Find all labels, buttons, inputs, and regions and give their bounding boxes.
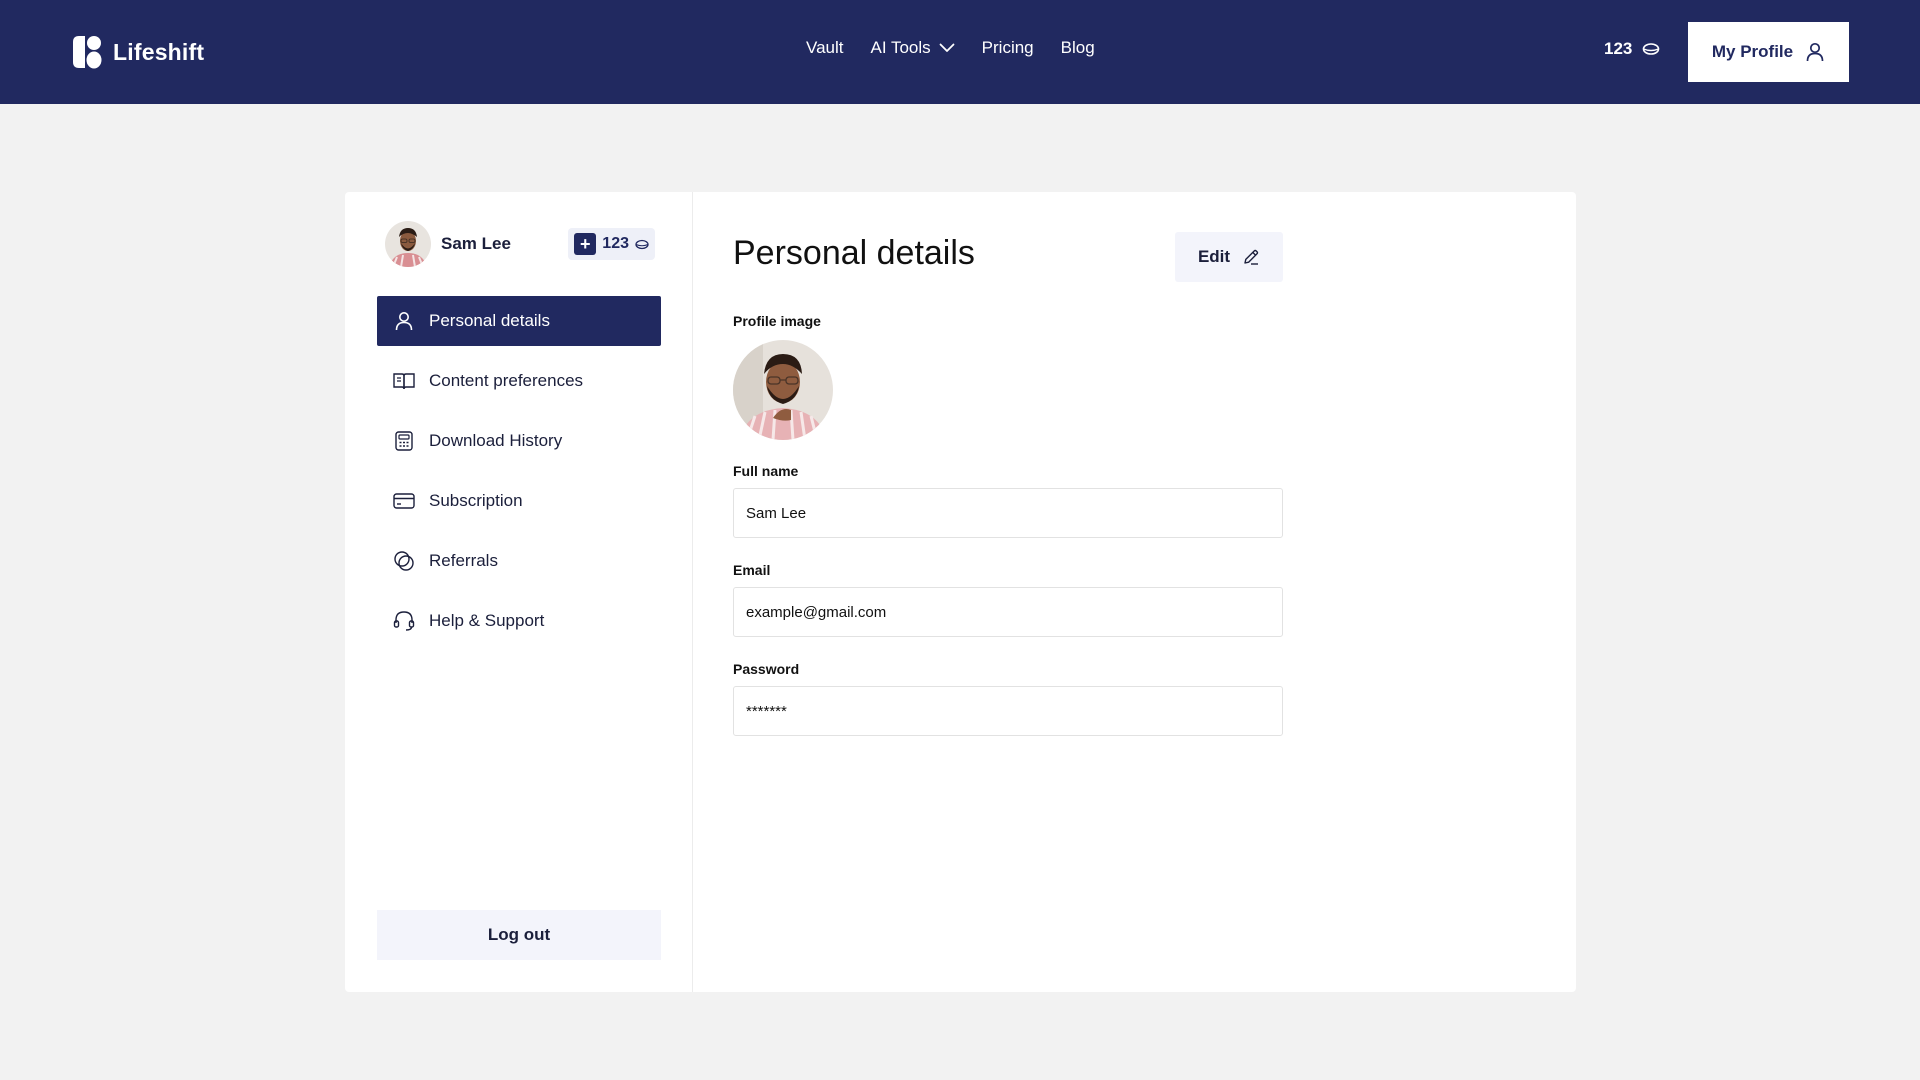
sidebar-item-label: Download History bbox=[429, 431, 563, 450]
coin-icon bbox=[635, 239, 649, 249]
coin-icon bbox=[1643, 43, 1660, 55]
full-name-field[interactable] bbox=[733, 488, 1283, 538]
sidebar-item-label: Personal details bbox=[429, 311, 550, 330]
account-sidebar: Sam Lee + 123 Personal details Content p… bbox=[345, 192, 693, 992]
sidebar-item-label: Subscription bbox=[429, 491, 523, 510]
page-title: Personal details bbox=[733, 234, 975, 272]
credits-chip-value: 123 bbox=[602, 235, 629, 252]
password-field[interactable] bbox=[733, 686, 1283, 736]
sidebar-menu: Personal details Content preferences Dow… bbox=[377, 296, 661, 656]
sidebar-item-content-preferences[interactable]: Content preferences bbox=[377, 356, 661, 406]
edit-button[interactable]: Edit bbox=[1175, 232, 1283, 282]
main-nav: Vault AI Tools Pricing Blog bbox=[806, 38, 1095, 58]
nav-vault[interactable]: Vault bbox=[806, 38, 844, 58]
my-profile-label: My Profile bbox=[1711, 42, 1794, 61]
headset-icon bbox=[393, 610, 415, 632]
lifeshift-logo-icon bbox=[73, 36, 102, 69]
credits-chip[interactable]: + 123 bbox=[568, 228, 655, 260]
sidebar-user-row: Sam Lee + 123 bbox=[385, 220, 655, 268]
top-navbar: Lifeshift Vault AI Tools Pricing Blog 12… bbox=[0, 0, 1920, 104]
nav-pricing-label: Pricing bbox=[981, 38, 1034, 57]
pencil-icon bbox=[1244, 249, 1259, 265]
avatar-image bbox=[385, 221, 431, 267]
sidebar-user-name: Sam Lee bbox=[441, 234, 511, 253]
chevron-down-icon bbox=[939, 43, 955, 52]
header-credits[interactable]: 123 bbox=[1604, 39, 1660, 59]
nav-pricing[interactable]: Pricing bbox=[982, 38, 1034, 58]
edit-button-label: Edit bbox=[1197, 247, 1231, 266]
sidebar-item-label: Help & Support bbox=[429, 611, 545, 630]
credit-card-icon bbox=[393, 490, 415, 512]
nav-ai-tools[interactable]: AI Tools bbox=[871, 38, 955, 58]
nav-blog[interactable]: Blog bbox=[1061, 38, 1095, 58]
profile-image-label: Profile image bbox=[733, 313, 821, 329]
sidebar-item-personal-details[interactable]: Personal details bbox=[377, 296, 661, 346]
password-label: Password bbox=[733, 661, 800, 677]
nav-ai-tools-label: AI Tools bbox=[870, 38, 931, 57]
profile-image[interactable] bbox=[733, 340, 833, 440]
logout-button[interactable]: Log out bbox=[377, 910, 661, 960]
brand-name: Lifeshift bbox=[113, 38, 205, 65]
referrals-icon bbox=[393, 550, 415, 572]
my-profile-button[interactable]: My Profile bbox=[1688, 22, 1849, 82]
book-icon bbox=[393, 370, 415, 392]
profile-photo bbox=[733, 340, 833, 440]
sidebar-item-label: Referrals bbox=[429, 551, 498, 570]
sidebar-item-referrals[interactable]: Referrals bbox=[377, 536, 661, 586]
sidebar-item-subscription[interactable]: Subscription bbox=[377, 476, 661, 526]
sidebar-item-help-support[interactable]: Help & Support bbox=[377, 596, 661, 646]
nav-vault-label: Vault bbox=[806, 38, 844, 57]
sidebar-item-label: Content preferences bbox=[429, 371, 584, 390]
email-label: Email bbox=[733, 562, 771, 578]
user-icon bbox=[393, 310, 415, 332]
full-name-label: Full name bbox=[733, 463, 799, 479]
sidebar-item-download-history[interactable]: Download History bbox=[377, 416, 661, 466]
avatar bbox=[385, 221, 431, 267]
calculator-icon bbox=[393, 430, 415, 452]
plus-icon[interactable]: + bbox=[574, 233, 597, 255]
header-credits-value: 123 bbox=[1604, 39, 1633, 58]
nav-blog-label: Blog bbox=[1060, 38, 1095, 57]
user-icon bbox=[1806, 42, 1824, 62]
email-field[interactable] bbox=[733, 587, 1283, 637]
brand-logo[interactable]: Lifeshift bbox=[71, 34, 204, 70]
profile-card: Sam Lee + 123 Personal details Content p… bbox=[345, 192, 1576, 992]
